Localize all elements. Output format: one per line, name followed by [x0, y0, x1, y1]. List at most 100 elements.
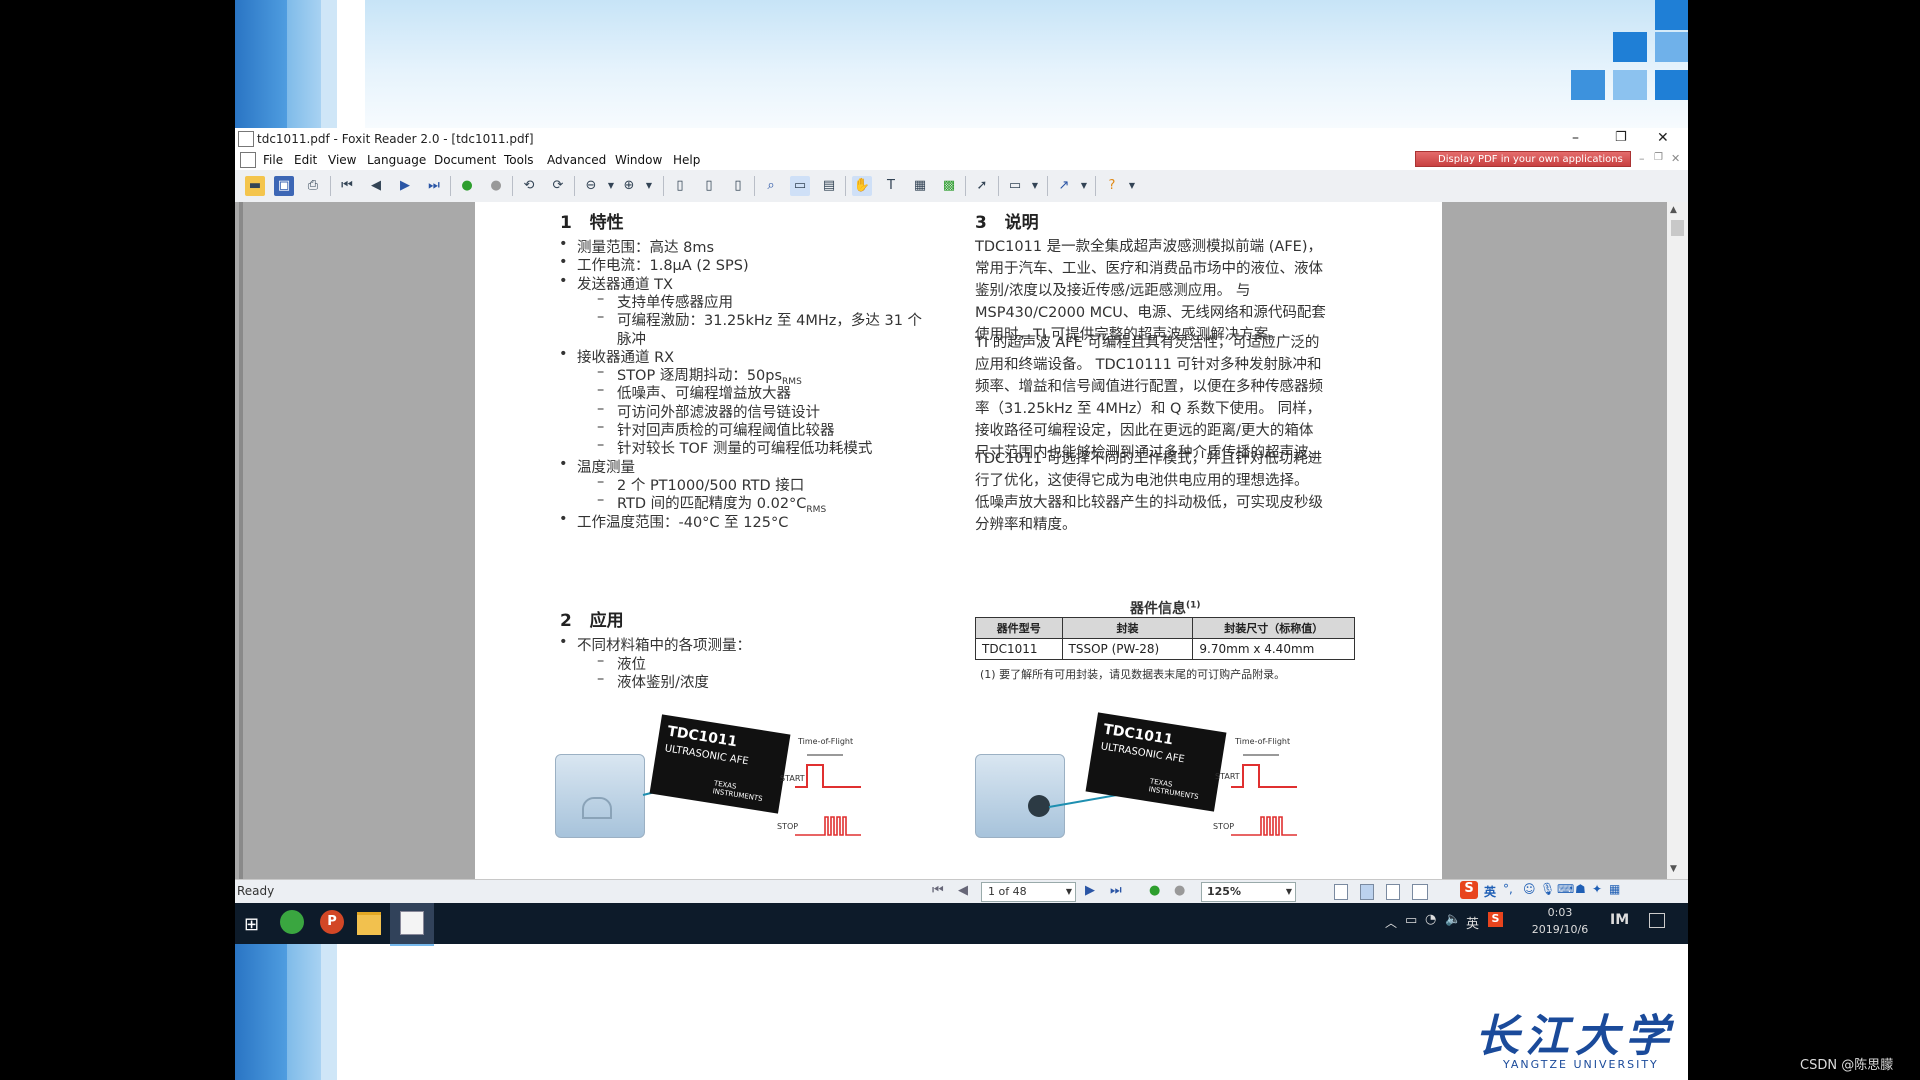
- hand-tool-icon[interactable]: ✋: [852, 176, 872, 196]
- doc-close-button[interactable]: ✕: [1671, 152, 1680, 165]
- menu-language[interactable]: Language: [367, 153, 426, 167]
- clock-time[interactable]: 0:03: [1525, 906, 1595, 919]
- action-center-icon[interactable]: [1649, 913, 1665, 928]
- single-page-view-icon[interactable]: [1334, 884, 1348, 900]
- actual-size-icon[interactable]: ▯: [670, 176, 690, 196]
- sogou-tray-icon[interactable]: S: [1488, 912, 1503, 927]
- bullet-marker: •: [559, 254, 568, 271]
- menu-window[interactable]: Window: [615, 153, 662, 167]
- slide-banner: [365, 0, 1688, 128]
- go-back-icon[interactable]: ●: [457, 176, 477, 196]
- prev-page-icon[interactable]: ◀: [366, 176, 386, 196]
- prev-page-icon[interactable]: ◀: [958, 883, 968, 898]
- doc-minimize-button[interactable]: –: [1639, 152, 1645, 165]
- document-viewport[interactable]: ▲ ▼ 1 特性 • 测量范围：高达 8ms • 工作电流：1.8μA (2 SPS)…: [235, 202, 1688, 879]
- section-number: 1: [560, 213, 572, 233]
- scroll-thumb[interactable]: [1671, 220, 1684, 236]
- browser-icon[interactable]: [280, 910, 304, 934]
- zoom-out-dropdown-icon[interactable]: ▼: [601, 176, 621, 196]
- first-page-icon[interactable]: ⏮: [932, 883, 944, 898]
- clock-date[interactable]: 2019/10/6: [1515, 923, 1605, 936]
- comment-dropdown-icon[interactable]: ▼: [1025, 176, 1045, 196]
- zoom-out-icon[interactable]: ⊖: [581, 176, 601, 196]
- punctuation-icon[interactable]: °,: [1503, 882, 1513, 896]
- zoom-dropdown-icon[interactable]: ▼: [1286, 883, 1292, 901]
- open-icon[interactable]: ▬: [245, 176, 265, 196]
- scroll-up-icon[interactable]: ▲: [1670, 205, 1677, 215]
- zoom-in-icon[interactable]: ⊕: [619, 176, 639, 196]
- last-page-icon[interactable]: ⏭: [424, 176, 444, 196]
- go-back-icon[interactable]: ●: [1149, 883, 1160, 898]
- skin-icon[interactable]: ✦: [1592, 882, 1602, 896]
- minimize-button[interactable]: –: [1572, 130, 1579, 146]
- toolbox-icon[interactable]: ▦: [1609, 882, 1620, 896]
- deco-square: [1571, 70, 1605, 100]
- menu-advanced[interactable]: Advanced: [547, 153, 606, 167]
- single-page-icon[interactable]: ▭: [790, 176, 810, 196]
- keyboard-icon[interactable]: ⌨: [1557, 882, 1574, 896]
- sogou-ime-icon[interactable]: S: [1460, 881, 1478, 899]
- tray-expand-icon[interactable]: ︿: [1385, 914, 1397, 931]
- facing-view-icon[interactable]: [1386, 884, 1400, 900]
- zoom-in-dropdown-icon[interactable]: ▼: [639, 176, 659, 196]
- next-page-icon[interactable]: ▶: [1085, 883, 1095, 898]
- battery-icon[interactable]: ▭: [1405, 913, 1417, 928]
- menu-help[interactable]: Help: [673, 153, 700, 167]
- deco-square: [1613, 32, 1647, 62]
- continuous-icon[interactable]: ▤: [819, 176, 839, 196]
- page-dropdown-icon[interactable]: ▼: [1066, 883, 1072, 901]
- go-forward-icon[interactable]: ●: [1174, 883, 1185, 898]
- last-page-icon[interactable]: ⏭: [1110, 883, 1122, 898]
- scroll-down-icon[interactable]: ▼: [1670, 864, 1677, 874]
- maximize-button[interactable]: ❐: [1615, 130, 1627, 145]
- continuous-facing-view-icon[interactable]: [1412, 884, 1428, 900]
- select-annotation-icon[interactable]: ➚: [972, 176, 992, 196]
- page-number-field[interactable]: 1 of 48 ▼: [981, 882, 1076, 902]
- first-page-icon[interactable]: ⏮: [337, 176, 357, 196]
- file-explorer-icon[interactable]: [357, 912, 381, 935]
- menu-view[interactable]: View: [328, 153, 356, 167]
- find-icon[interactable]: ⌕: [761, 176, 781, 196]
- select-text-icon[interactable]: T: [881, 176, 901, 196]
- doc-restore-button[interactable]: ❐: [1654, 152, 1663, 163]
- wifi-icon[interactable]: ◔: [1425, 912, 1436, 927]
- arrow-tool-icon[interactable]: ↗: [1054, 176, 1074, 196]
- help-icon[interactable]: ?: [1102, 176, 1122, 196]
- zoom-field[interactable]: 125% ▼: [1201, 882, 1296, 902]
- foxit-taskbar-button[interactable]: [390, 903, 434, 946]
- user-icon[interactable]: ☗: [1575, 882, 1586, 896]
- ime-mode-icon[interactable]: IM: [1610, 912, 1629, 928]
- list-item: – 液体鉴别/浓度: [597, 671, 709, 692]
- fit-width-icon[interactable]: ▯: [728, 176, 748, 196]
- vertical-scrollbar[interactable]: ▲ ▼: [1667, 202, 1688, 879]
- ime-lang-indicator[interactable]: 英: [1484, 883, 1496, 900]
- volume-icon[interactable]: 🔈: [1445, 912, 1461, 927]
- arrow-dropdown-icon[interactable]: ▼: [1074, 176, 1094, 196]
- menu-tools[interactable]: Tools: [504, 153, 534, 167]
- snapshot-icon[interactable]: ▦: [910, 176, 930, 196]
- windows-start-icon[interactable]: ⊞: [244, 914, 259, 935]
- list-item-text: 液体鉴别/浓度: [617, 675, 709, 691]
- menu-document[interactable]: Document: [434, 153, 496, 167]
- close-button[interactable]: ✕: [1657, 130, 1669, 146]
- paragraph-line: 应用和终端设备。 TDC10111 可针对多种发射脉冲和: [975, 357, 1322, 373]
- rotate-left-icon[interactable]: ⟲: [519, 176, 539, 196]
- menu-edit[interactable]: Edit: [294, 153, 317, 167]
- rotate-right-icon[interactable]: ⟳: [548, 176, 568, 196]
- help-dropdown-icon[interactable]: ▼: [1122, 176, 1142, 196]
- left-panel-edge: [239, 202, 243, 879]
- image-tool-icon[interactable]: ▩: [939, 176, 959, 196]
- fit-page-icon[interactable]: ▯: [699, 176, 719, 196]
- emoji-icon[interactable]: ☺: [1523, 882, 1536, 896]
- continuous-view-icon[interactable]: [1360, 884, 1374, 900]
- comment-tool-icon[interactable]: ▭: [1005, 176, 1025, 196]
- next-page-icon[interactable]: ▶: [395, 176, 415, 196]
- go-forward-icon[interactable]: ●: [486, 176, 506, 196]
- powerpoint-icon[interactable]: P: [320, 910, 344, 934]
- menu-file[interactable]: File: [263, 153, 283, 167]
- microphone-icon[interactable]: 🎙: [1540, 882, 1555, 896]
- save-icon[interactable]: ▣: [274, 176, 294, 196]
- ad-banner[interactable]: Display PDF in your own applications: [1415, 151, 1631, 167]
- tray-lang-indicator[interactable]: 英: [1466, 913, 1479, 932]
- print-icon[interactable]: ⎙: [303, 176, 323, 196]
